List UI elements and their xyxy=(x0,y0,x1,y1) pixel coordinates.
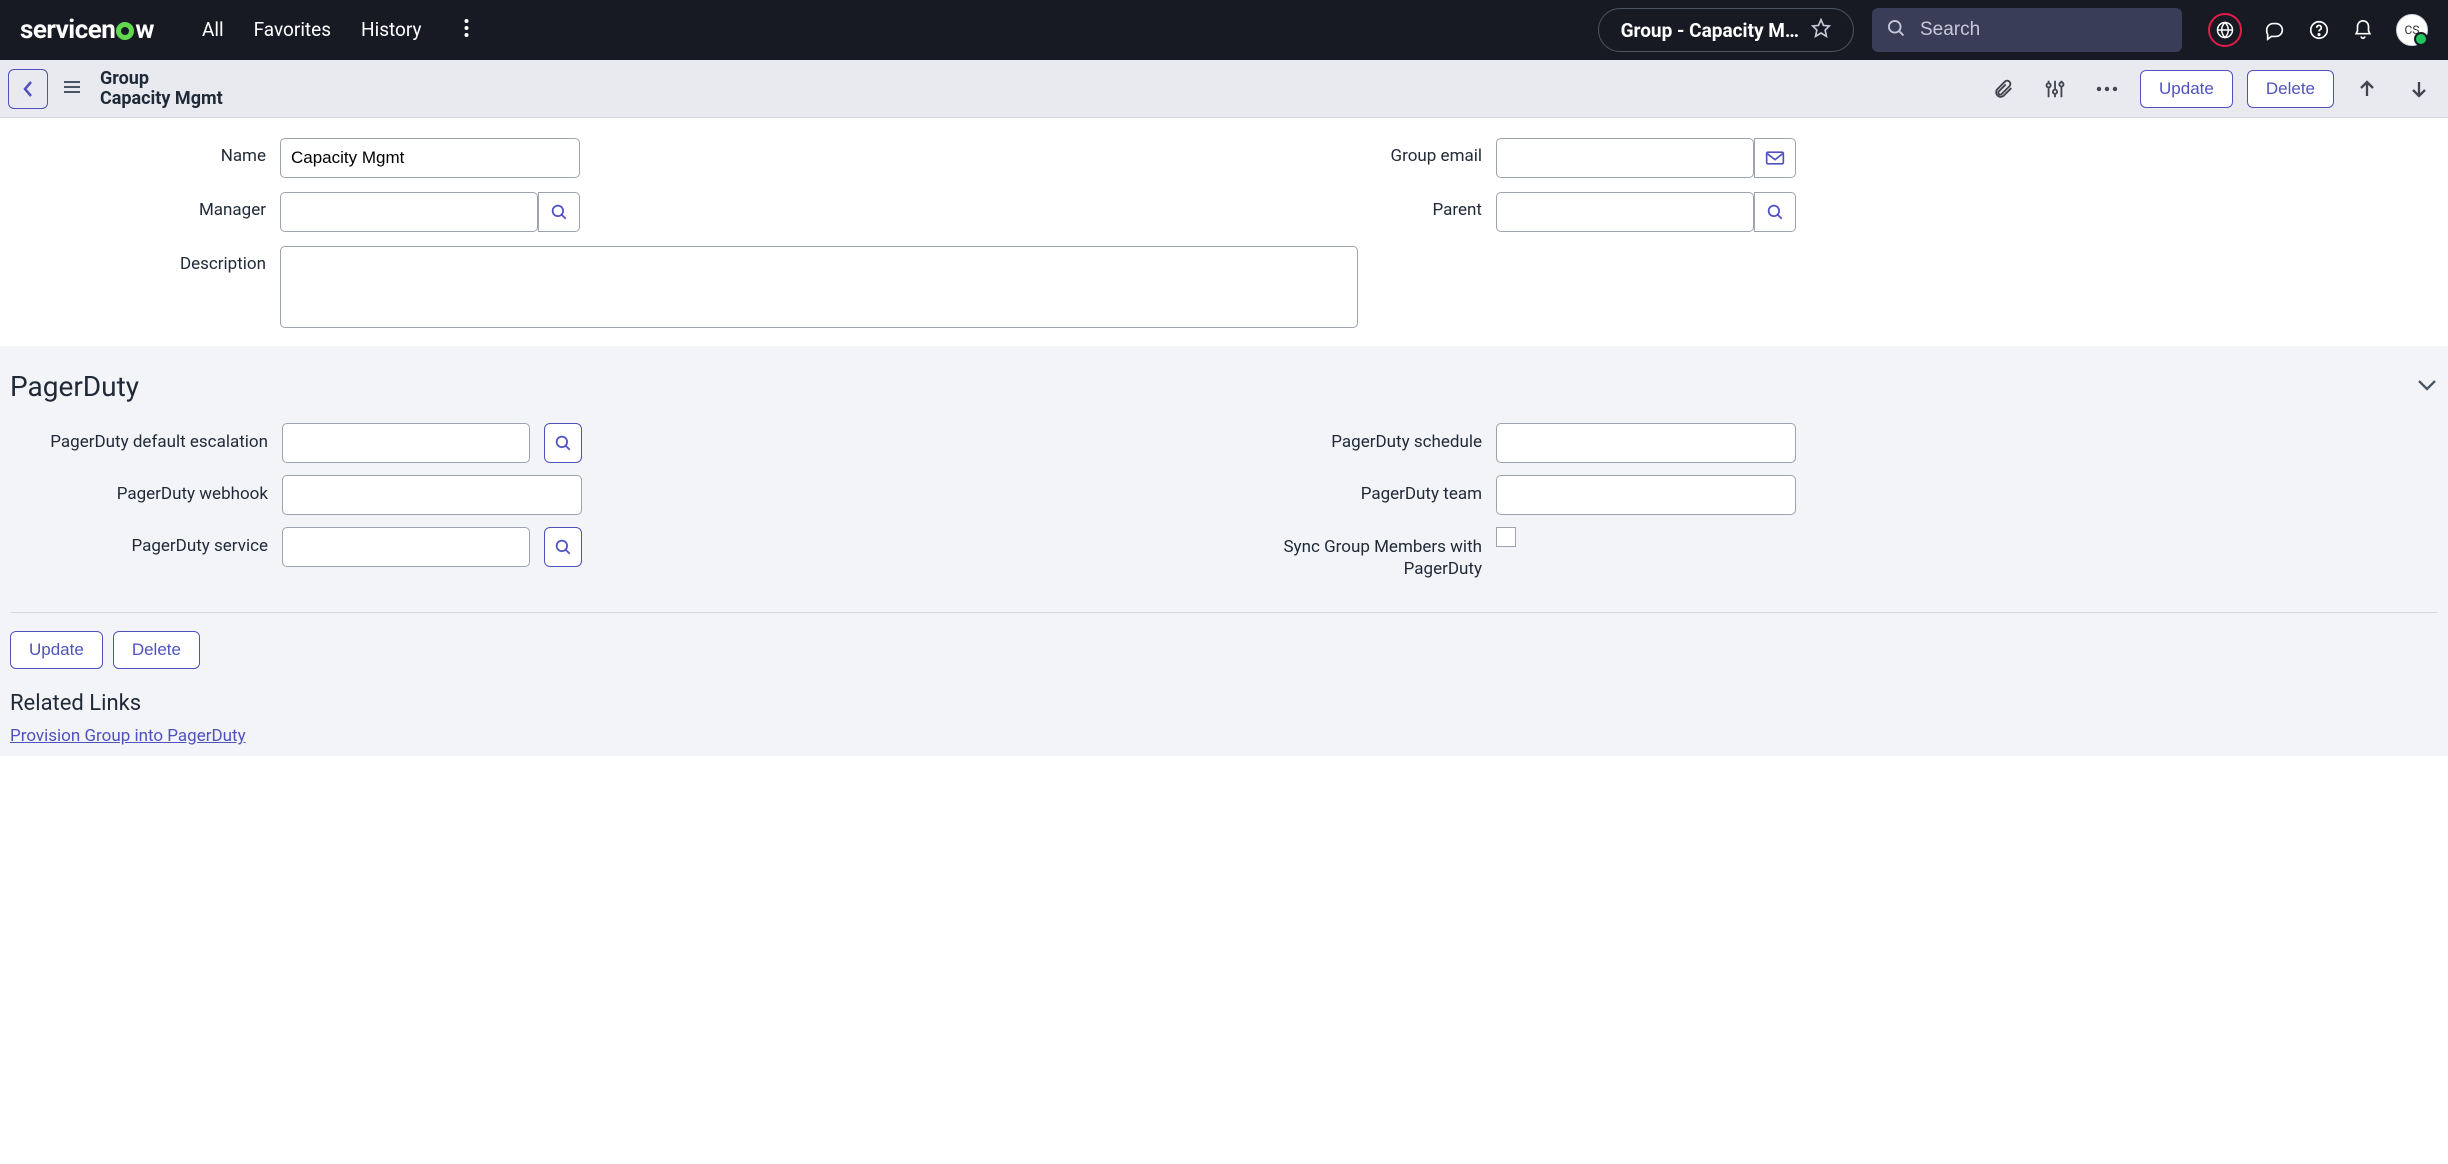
parent-input[interactable] xyxy=(1496,192,1754,232)
section-collapse-icon[interactable] xyxy=(2416,377,2438,396)
avatar-initials: CS xyxy=(2405,23,2420,37)
delete-button[interactable]: Delete xyxy=(2247,70,2334,108)
pd-service-input[interactable] xyxy=(282,527,530,567)
servicenow-logo: servicen w xyxy=(20,15,154,45)
label-description: Description xyxy=(20,246,280,332)
manager-lookup-button[interactable] xyxy=(538,192,580,232)
group-email-compose-button[interactable] xyxy=(1754,138,1796,178)
pd-escalation-lookup-button[interactable] xyxy=(544,423,582,463)
next-record-icon[interactable] xyxy=(2400,70,2438,108)
record-title: Group Capacity Mgmt xyxy=(100,69,223,109)
globe-icon[interactable] xyxy=(2208,13,2242,47)
bottom-delete-button[interactable]: Delete xyxy=(113,631,200,669)
pd-sync-checkbox[interactable] xyxy=(1496,527,1516,547)
form-body: Name Manager Group email xyxy=(0,118,2448,332)
banner-utility-icons: CS xyxy=(2208,13,2428,47)
favorite-star-icon[interactable] xyxy=(1811,18,1831,42)
logo-o-icon xyxy=(116,22,134,40)
nav-all[interactable]: All xyxy=(202,18,224,43)
help-icon[interactable] xyxy=(2308,19,2330,41)
global-search-input[interactable] xyxy=(1920,19,2168,41)
label-pd-service: PagerDuty service xyxy=(12,527,282,556)
label-group-email: Group email xyxy=(1236,138,1496,166)
bottom-update-button[interactable]: Update xyxy=(10,631,103,669)
nav-favorites[interactable]: Favorites xyxy=(254,18,331,43)
user-avatar[interactable]: CS xyxy=(2396,14,2428,46)
more-actions-icon[interactable] xyxy=(2088,70,2126,108)
pagerduty-section: PagerDuty PagerDuty default escalation P… xyxy=(0,346,2448,756)
global-search[interactable] xyxy=(1872,8,2182,52)
related-links-heading: Related Links xyxy=(10,691,2438,716)
attachments-icon[interactable] xyxy=(1984,70,2022,108)
form-left-column: Name Manager xyxy=(8,138,1224,246)
manager-input[interactable] xyxy=(280,192,538,232)
pd-service-lookup-button[interactable] xyxy=(544,527,582,567)
update-button[interactable]: Update xyxy=(2140,70,2233,108)
context-pill-title: Group - Capacity M… xyxy=(1621,19,1799,42)
pagerduty-section-title: PagerDuty xyxy=(10,370,139,403)
personalize-icon[interactable] xyxy=(2036,70,2074,108)
pd-escalation-input[interactable] xyxy=(282,423,530,463)
pd-schedule-input[interactable] xyxy=(1496,423,1796,463)
nav-more-icon[interactable] xyxy=(464,18,469,43)
nav-history[interactable]: History xyxy=(361,18,421,43)
section-divider xyxy=(10,612,2438,613)
bell-icon[interactable] xyxy=(2352,19,2374,41)
form-menu-icon[interactable] xyxy=(62,79,82,99)
provision-pagerduty-link[interactable]: Provision Group into PagerDuty xyxy=(10,726,246,746)
description-textarea[interactable] xyxy=(280,246,1358,328)
form-header-bar: Group Capacity Mgmt Update Delete xyxy=(0,60,2448,118)
form-right-column: Group email Parent xyxy=(1224,138,2440,246)
pd-webhook-input[interactable] xyxy=(282,475,582,515)
label-pd-sync: Sync Group Members with PagerDuty xyxy=(1226,527,1496,580)
pd-team-input[interactable] xyxy=(1496,475,1796,515)
primary-nav: All Favorites History xyxy=(202,18,469,43)
label-name: Name xyxy=(20,138,280,166)
label-pd-webhook: PagerDuty webhook xyxy=(12,475,282,504)
top-banner: servicen w All Favorites History Group - … xyxy=(0,0,2448,60)
search-icon xyxy=(1886,18,1906,42)
pagerduty-right-column: PagerDuty schedule PagerDuty team Sync G… xyxy=(1224,423,2438,590)
context-pill: Group - Capacity M… xyxy=(1598,8,1854,52)
group-email-input[interactable] xyxy=(1496,138,1754,178)
name-input[interactable] xyxy=(280,138,580,178)
label-pd-schedule: PagerDuty schedule xyxy=(1226,423,1496,452)
parent-lookup-button[interactable] xyxy=(1754,192,1796,232)
label-pd-team: PagerDuty team xyxy=(1226,475,1496,504)
label-parent: Parent xyxy=(1236,192,1496,220)
previous-record-icon[interactable] xyxy=(2348,70,2386,108)
logo-text-right: w xyxy=(135,15,154,45)
record-title-type: Group xyxy=(100,69,223,89)
chat-icon[interactable] xyxy=(2264,19,2286,41)
pagerduty-left-column: PagerDuty default escalation PagerDuty w… xyxy=(10,423,1224,590)
record-title-name: Capacity Mgmt xyxy=(100,89,223,109)
label-pd-escalation: PagerDuty default escalation xyxy=(12,423,282,452)
label-manager: Manager xyxy=(20,192,280,220)
logo-text-left: servicen xyxy=(20,15,115,45)
form-bottom-actions: Update Delete xyxy=(10,631,2438,669)
back-button[interactable] xyxy=(8,69,48,109)
